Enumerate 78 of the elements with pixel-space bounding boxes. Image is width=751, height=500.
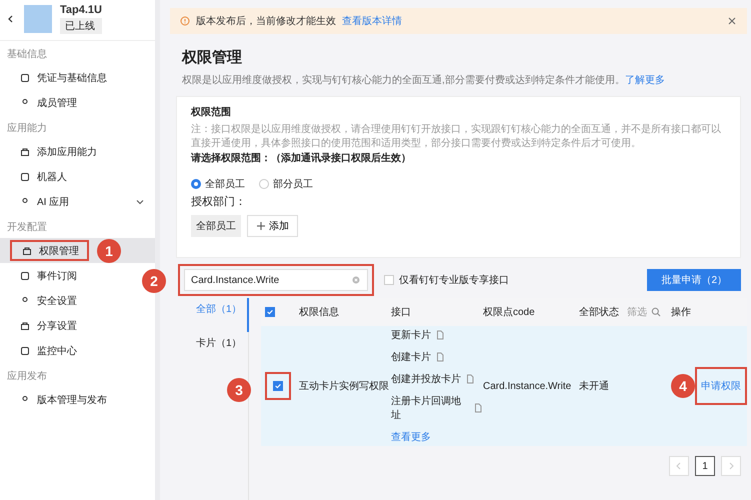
permission-code: Card.Instance.Write — [483, 380, 572, 392]
checkbox[interactable] — [273, 381, 283, 391]
page-button[interactable]: 1 — [695, 456, 715, 476]
document-icon[interactable] — [473, 403, 483, 413]
column-header: 接口 — [391, 307, 411, 318]
sidebar-item[interactable]: 机器人 — [0, 166, 75, 187]
sidebar-item[interactable]: AI 应用 — [0, 191, 155, 212]
permission-name: 互动卡片实例写权限 — [299, 381, 389, 392]
radio-option[interactable]: 部分员工 — [259, 177, 313, 191]
notice-text: 版本发布后，当前修改才能生效 — [196, 14, 336, 28]
info-icon — [180, 16, 190, 26]
filter-label: 仅看钉钉专业版专享接口 — [399, 274, 509, 287]
menu-item-icon — [20, 346, 30, 356]
sidebar-item[interactable]: 添加应用能力 — [0, 141, 105, 162]
radio-button[interactable] — [191, 179, 201, 189]
sidebar-item[interactable]: 监控中心 — [0, 340, 85, 361]
api-name: 创建卡片 — [391, 350, 431, 364]
app-name: Tap4.1U — [60, 4, 102, 16]
plus-icon — [256, 221, 266, 231]
group-heading: 应用发布 — [6, 370, 48, 384]
category-tab[interactable]: 全部（1） — [176, 298, 249, 332]
batch-apply-button[interactable]: 批量申请（2） — [647, 269, 741, 291]
api-name: 注册卡片回调地址 — [391, 394, 462, 422]
sidebar-item[interactable]: 分享设置 — [0, 315, 85, 336]
step-badge: 1 — [97, 238, 121, 262]
close-icon[interactable] — [727, 16, 737, 26]
card-title: 权限范围 — [191, 106, 232, 119]
menu-item-icon — [20, 172, 30, 182]
group-heading: 开发配置 — [6, 220, 48, 235]
menu-item-icon — [20, 146, 30, 156]
column-header: 全部状态 — [579, 306, 619, 319]
menu-item-icon — [20, 72, 30, 82]
page-title: 权限管理 — [182, 48, 243, 67]
document-icon[interactable] — [465, 374, 475, 384]
radio-option[interactable]: 全部员工 — [191, 177, 245, 191]
version-details-link[interactable]: 查看版本详情 — [342, 14, 402, 28]
app-logo — [24, 5, 52, 33]
learn-more-link[interactable]: 了解更多 — [624, 75, 665, 86]
apply-link[interactable]: 申请权限 — [701, 379, 741, 393]
column-header: 权限点code — [483, 307, 535, 318]
api-name: 更新卡片 — [391, 328, 431, 342]
checkbox[interactable] — [384, 275, 394, 285]
checkbox[interactable] — [265, 307, 275, 317]
scope-prompt: 请选择权限范围：（添加通讯录接口权限后生效） — [191, 152, 412, 165]
status-badge: 已上线 — [60, 18, 102, 34]
group-heading: 应用能力 — [6, 122, 48, 136]
page-description: 权限是以应用维度做授权，实现与钉钉核心能力的全面互通,部分需要付费或达到特定条件才能使用。了解更多 — [182, 74, 666, 87]
sidebar-item[interactable]: 事件订阅 — [0, 265, 85, 286]
menu-item-icon — [20, 320, 30, 330]
status-text: 未开通 — [579, 380, 609, 393]
column-header: 权限信息 — [299, 307, 339, 318]
add-button[interactable]: 添加 — [247, 215, 298, 237]
note-text: 注：接口权限是以应用维度做授权，请合理使用钉钉开放接口，实现跟钉钉核心能力的全面互通，并不是所有接口都可以直接开通使用，具体参照接口的使用范围和适用类型，部分接口需要付费或达到特定条件后才可使用。 — [191, 123, 722, 150]
department-tag: 全部员工 — [191, 215, 241, 237]
document-icon[interactable] — [435, 352, 445, 362]
view-more-link[interactable]: 查看更多 — [391, 430, 483, 444]
sidebar-item[interactable]: 权限管理 — [10, 240, 89, 261]
menu-item-icon — [22, 246, 32, 256]
search-field[interactable]: Card.Instance.Write — [184, 269, 368, 291]
previous-page-button[interactable] — [669, 456, 689, 476]
group-heading: 基础信息 — [6, 48, 48, 62]
document-icon[interactable] — [435, 330, 445, 340]
step-badge: 4 — [671, 374, 695, 398]
category-tab[interactable]: 卡片（1） — [176, 332, 248, 366]
clear-icon[interactable] — [351, 275, 361, 285]
sidebar-item[interactable]: 版本管理与发布 — [0, 389, 115, 410]
next-page-button[interactable] — [721, 456, 741, 476]
sidebar-item[interactable]: 成员管理 — [0, 92, 85, 113]
sidebar-item[interactable]: 安全设置 — [0, 290, 85, 311]
api-name: 创建并投放卡片 — [391, 372, 461, 386]
step-badge: 3 — [227, 378, 251, 402]
step-badge: 2 — [142, 269, 166, 293]
menu-item-icon — [20, 270, 30, 280]
search-icon[interactable] — [651, 307, 661, 317]
column-header: 操作 — [671, 306, 691, 319]
radio-button[interactable] — [259, 179, 269, 189]
department-label: 授权部门： — [191, 194, 247, 209]
sidebar-item[interactable]: 凭证与基础信息 — [0, 67, 115, 88]
